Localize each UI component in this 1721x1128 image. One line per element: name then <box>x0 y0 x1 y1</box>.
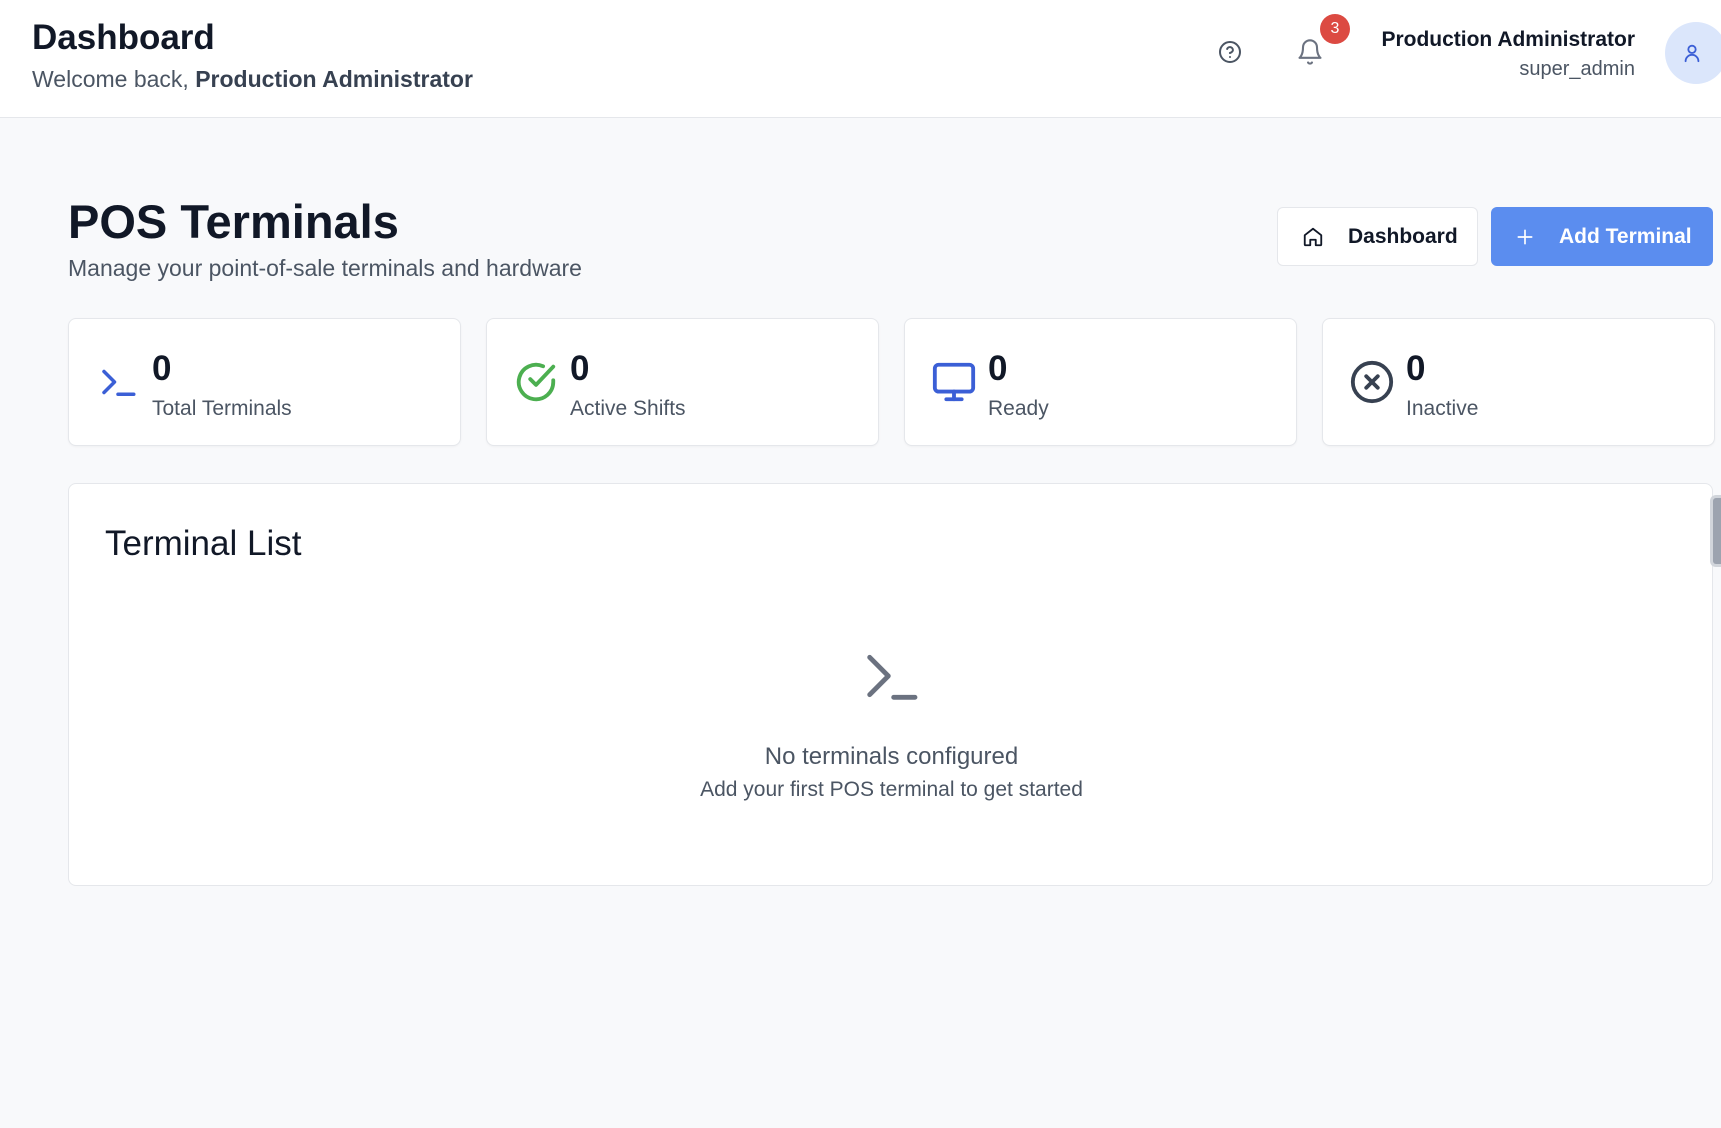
welcome-name: Production Administrator <box>195 66 473 92</box>
stat-card-total-terminals: 0 Total Terminals <box>68 318 461 446</box>
terminal-list-title: Terminal List <box>105 524 302 563</box>
notification-badge: 3 <box>1320 14 1350 44</box>
stat-card-active-shifts: 0 Active Shifts <box>486 318 879 446</box>
bell-icon <box>1298 39 1322 65</box>
add-terminal-label: Add Terminal <box>1559 224 1692 248</box>
dashboard-button-label: Dashboard <box>1348 224 1458 248</box>
stat-value: 0 <box>988 349 1008 388</box>
user-name: Production Administrator <box>1381 28 1635 51</box>
stat-value: 0 <box>570 349 590 388</box>
user-info[interactable]: Production Administrator super_admin <box>1381 26 1635 84</box>
empty-state-title: No terminals configured <box>764 743 1019 770</box>
user-role: super_admin <box>1519 58 1635 80</box>
scrollbar-handle[interactable] <box>1710 495 1721 567</box>
welcome-prefix: Welcome back, <box>32 66 196 92</box>
page-header: POS Terminals Manage your point-of-sale … <box>68 195 582 283</box>
top-bar: Dashboard Welcome back, Production Admin… <box>0 0 1721 118</box>
page-subtitle: Manage your point-of-sale terminals and … <box>68 255 582 281</box>
empty-state-subtitle: Add your first POS terminal to get start… <box>700 778 1083 801</box>
help-button[interactable] <box>1210 32 1250 72</box>
header-title-block: Dashboard Welcome back, Production Admin… <box>32 18 473 94</box>
stat-label: Ready <box>988 397 1049 420</box>
header-title: Dashboard <box>32 18 215 57</box>
add-terminal-button[interactable]: Add Terminal <box>1491 207 1713 266</box>
help-icon <box>1219 41 1241 63</box>
dashboard-button[interactable]: Dashboard <box>1277 207 1478 266</box>
stat-label: Active Shifts <box>570 397 686 420</box>
stat-value: 0 <box>152 349 172 388</box>
home-icon <box>1303 227 1323 246</box>
welcome-message: Welcome back, Production Administrator <box>32 64 473 94</box>
stat-label: Total Terminals <box>152 397 292 420</box>
stat-card-inactive: 0 Inactive <box>1322 318 1715 446</box>
page-title: POS Terminals <box>68 195 399 248</box>
monitor-icon <box>931 359 977 405</box>
stat-card-ready: 0 Ready <box>904 318 1297 446</box>
terminal-icon <box>95 359 141 405</box>
check-circle-icon <box>513 359 559 405</box>
stat-value: 0 <box>1406 349 1426 388</box>
plus-icon <box>1517 229 1533 244</box>
stat-label: Inactive <box>1406 397 1479 420</box>
terminal-icon <box>867 654 918 700</box>
user-icon <box>1684 44 1700 63</box>
terminal-list-card: Terminal List No terminals configured Ad… <box>68 483 1713 886</box>
x-circle-icon <box>1349 359 1395 405</box>
avatar[interactable] <box>1665 22 1721 84</box>
